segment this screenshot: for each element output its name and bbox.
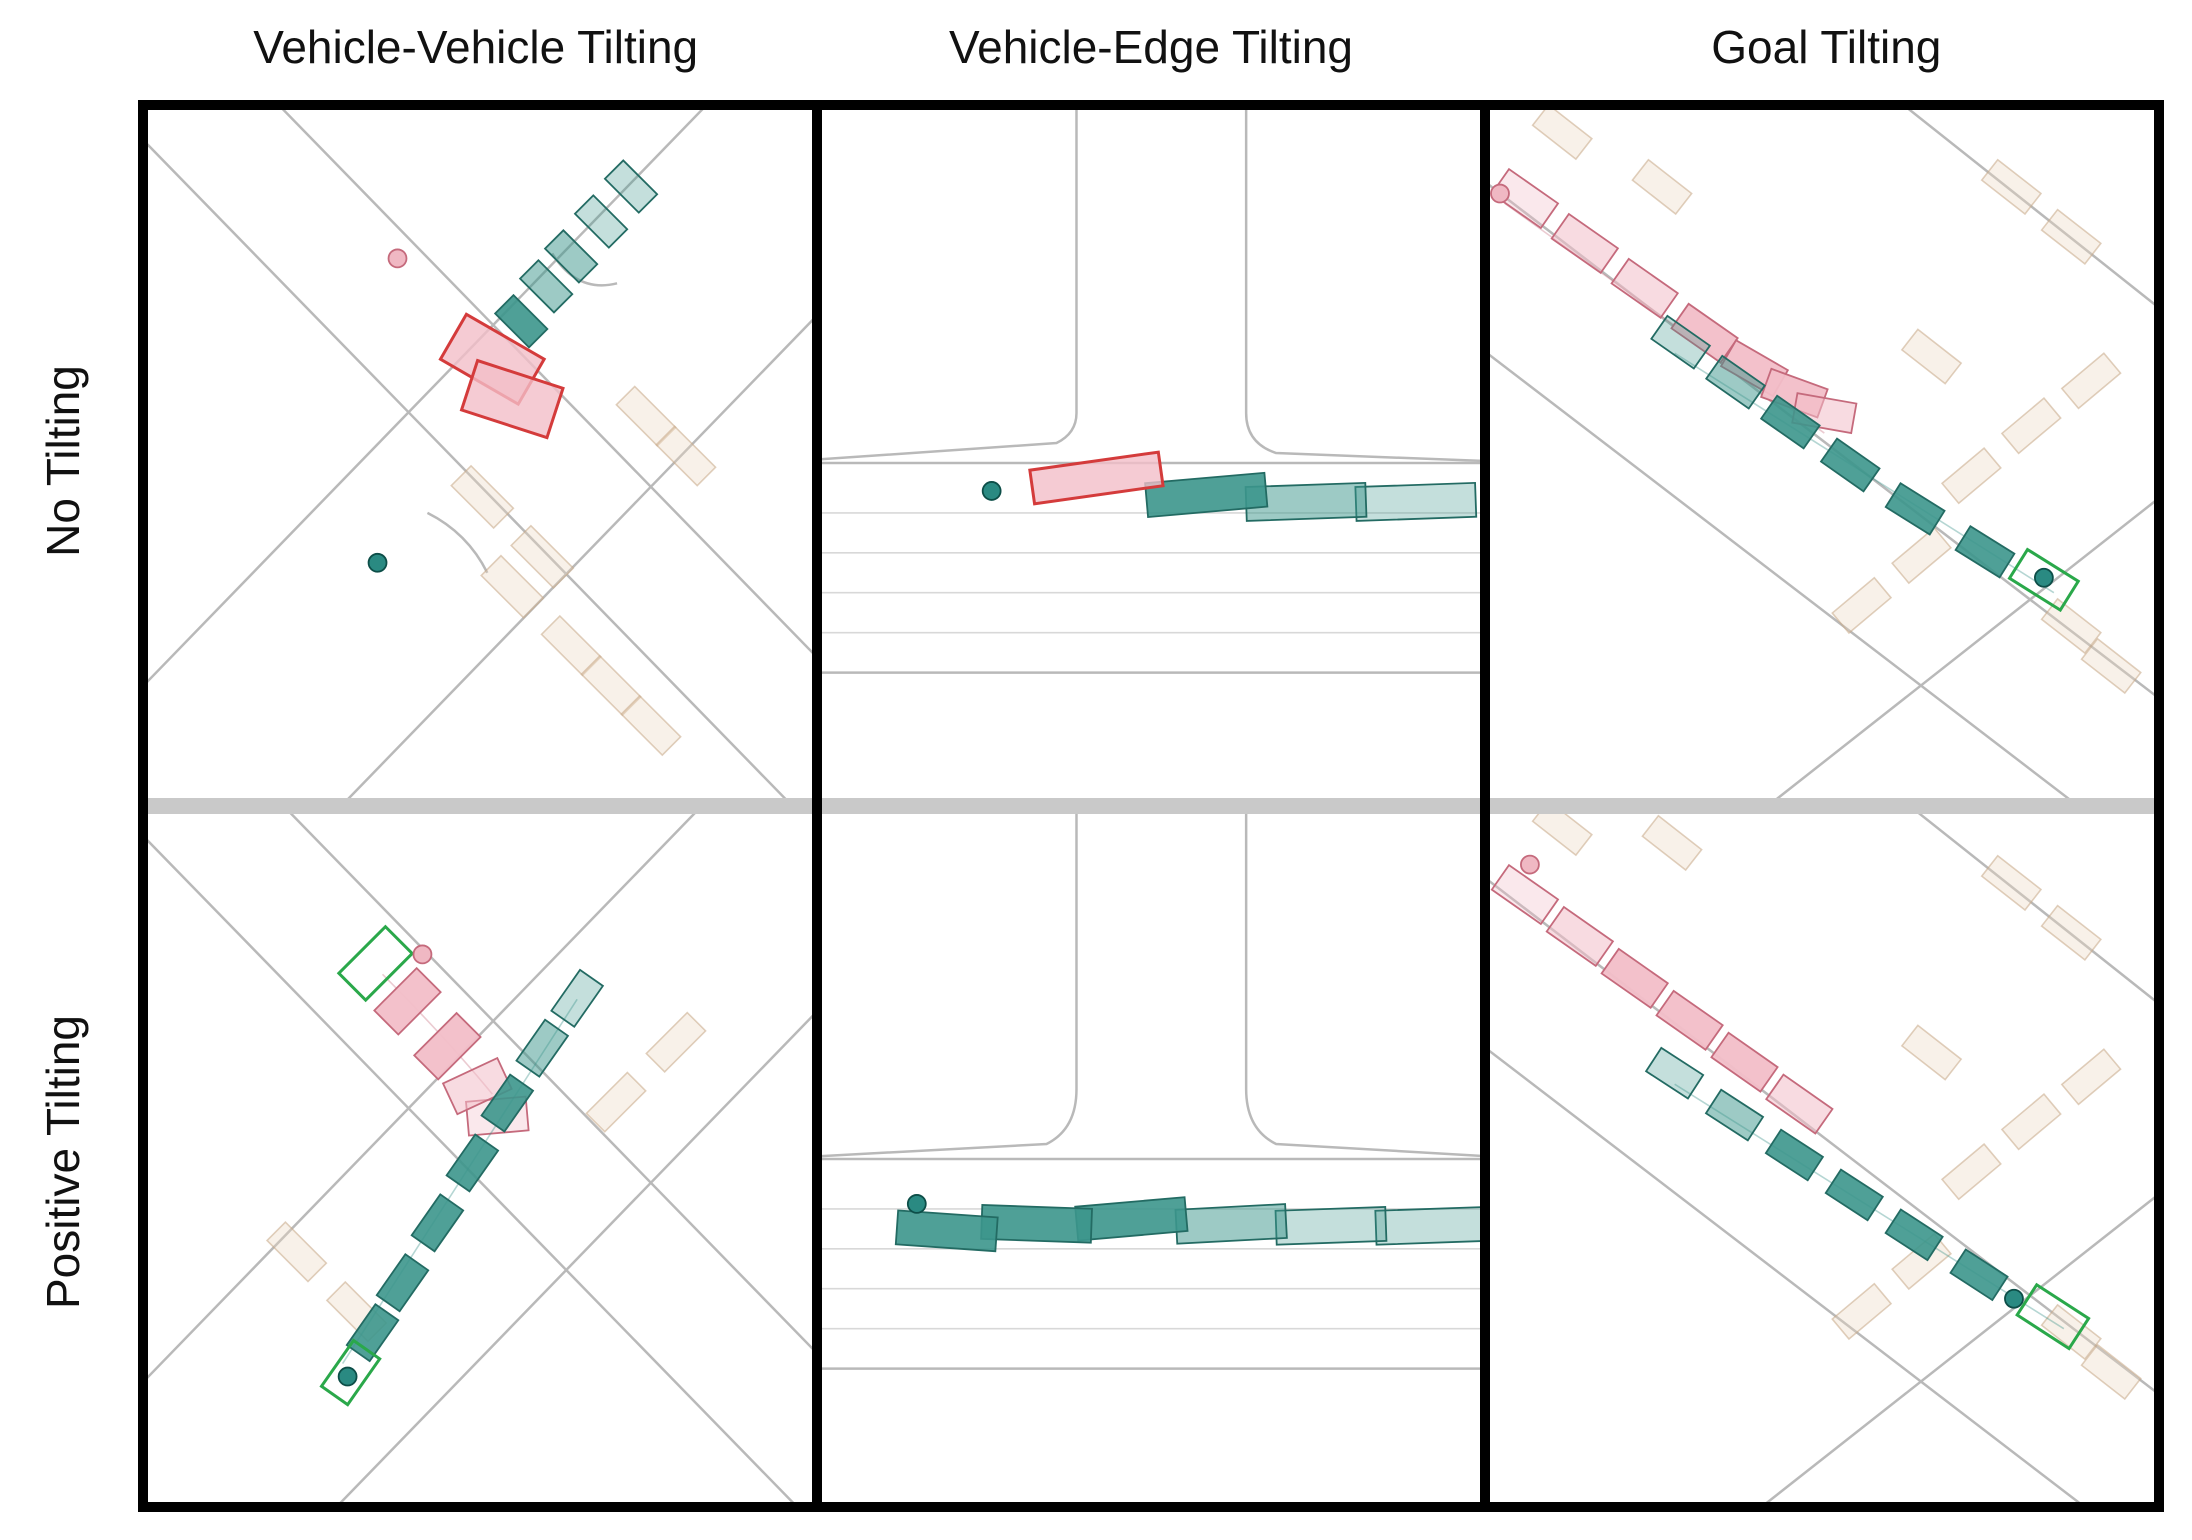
panel-svg-r0c2 bbox=[1485, 110, 2154, 806]
panel-r0c2 bbox=[1485, 110, 2154, 806]
column-headers: Vehicle-Vehicle Tilting Vehicle-Edge Til… bbox=[138, 20, 2164, 90]
panel-svg-r1c2 bbox=[1485, 806, 2154, 1502]
figure-page: Vehicle-Vehicle Tilting Vehicle-Edge Til… bbox=[0, 0, 2192, 1540]
panel-r0c1 bbox=[817, 110, 1486, 806]
panel-svg-r1c0 bbox=[148, 806, 817, 1502]
panel-r1c1 bbox=[817, 806, 1486, 1502]
row-label-no-tilting: No Tilting bbox=[36, 365, 90, 557]
row-label-cell-top: No Tilting bbox=[28, 110, 98, 811]
teal-traj bbox=[1646, 1048, 2064, 1329]
panel-svg-r0c0 bbox=[148, 110, 817, 806]
panel-svg-r0c1 bbox=[817, 110, 1486, 806]
col-header-vehicle-vehicle: Vehicle-Vehicle Tilting bbox=[138, 20, 813, 90]
row-label-positive-tilting: Positive Tilting bbox=[36, 1014, 90, 1308]
row-label-cell-bottom: Positive Tilting bbox=[28, 811, 98, 1512]
panel-r1c0 bbox=[148, 806, 817, 1502]
col-header-goal: Goal Tilting bbox=[1489, 20, 2164, 90]
panel-r1c2 bbox=[1485, 806, 2154, 1502]
panel-r0c0 bbox=[148, 110, 817, 806]
panel-svg-r1c1 bbox=[817, 806, 1486, 1502]
bg-agents bbox=[451, 386, 715, 755]
panel-grid bbox=[138, 100, 2164, 1512]
teal-bus-safe bbox=[895, 1197, 1485, 1251]
row-labels: No Tilting Positive Tilting bbox=[28, 110, 98, 1512]
teal-trajectory bbox=[495, 160, 657, 347]
bg-agents bbox=[267, 1013, 706, 1342]
figure-grid: Vehicle-Vehicle Tilting Vehicle-Edge Til… bbox=[28, 20, 2164, 1512]
col-header-vehicle-edge: Vehicle-Edge Tilting bbox=[813, 20, 1488, 90]
